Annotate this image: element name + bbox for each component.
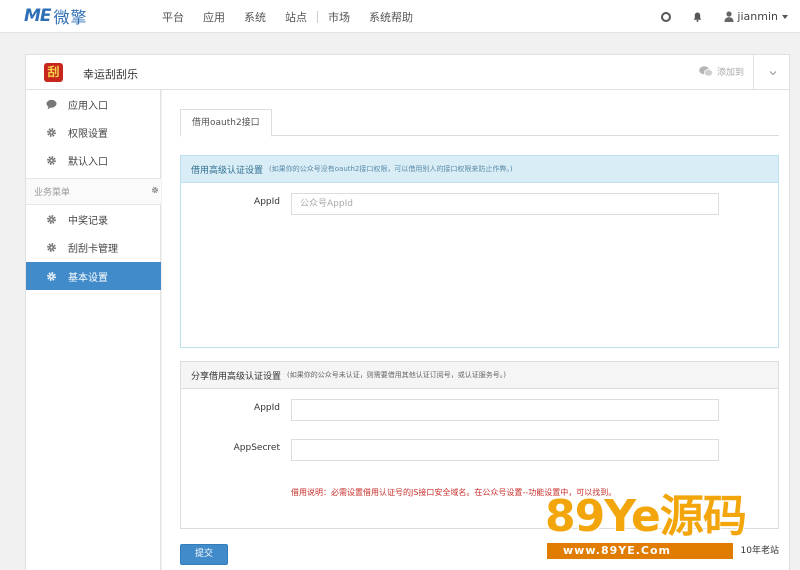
panel-title: 借用高级认证设置 xyxy=(191,165,264,176)
appid-input[interactable] xyxy=(291,193,719,215)
sidebar-item-label: 默认入口 xyxy=(68,156,108,168)
sidebar-section-business: 业务菜单 xyxy=(26,178,161,205)
sidebar-section-title: 业务菜单 xyxy=(34,188,71,198)
sidebar-item-label: 权限设置 xyxy=(68,128,108,140)
user-icon xyxy=(724,11,734,22)
user-menu[interactable]: jianmin xyxy=(737,10,778,23)
submit-button[interactable]: 提交 xyxy=(180,544,228,565)
sidebar-item-app-entry[interactable]: 应用入口 xyxy=(26,90,161,118)
panel-hint: (如果你的公众号未认证，则需要借用其他认证订阅号，或认证服务号。) xyxy=(287,371,506,379)
tab-bar: 借用oauth2接口 xyxy=(180,109,779,137)
top-navbar: ME 微擎 平台 应用 系统 站点 市场 系统帮助 jianmin xyxy=(0,0,800,33)
sidebar-item-default-entry[interactable]: 默认入口 xyxy=(26,146,161,174)
logo-text: 微擎 xyxy=(53,8,88,27)
gear-icon xyxy=(47,271,56,281)
sidebar-item-permissions[interactable]: 权限设置 xyxy=(26,118,161,146)
main-nav: 平台 应用 系统 站点 市场 系统帮助 xyxy=(162,0,432,33)
share-secret-label: AppSecret xyxy=(233,443,280,453)
top-right-tools: jianmin xyxy=(661,0,788,33)
sidebar: 应用入口 权限设置 默认入口 业务菜单 中奖记录 刮刮卡管理 基本设置 xyxy=(25,90,161,570)
gear-icon[interactable] xyxy=(151,186,159,194)
sidebar-item-label: 刮刮卡管理 xyxy=(68,243,118,255)
speech-bubble-icon xyxy=(46,99,57,109)
sidebar-item-basic-settings[interactable]: 基本设置 xyxy=(26,262,161,290)
nav-help[interactable]: 系统帮助 xyxy=(369,9,413,25)
panel-header: 分享借用高级认证设置 (如果你的公众号未认证，则需要借用其他认证订阅号，或认证服… xyxy=(181,362,778,389)
app-logo-icon: 刮 xyxy=(44,63,63,82)
gear-icon xyxy=(47,127,56,137)
panel-header: 借用高级认证设置 (如果你的公众号没有oauth2接口权限，可以借用别人的接口权… xyxy=(181,156,778,183)
share-appid-input[interactable] xyxy=(291,399,719,421)
nav-market[interactable]: 市场 xyxy=(328,9,350,25)
gear-icon xyxy=(47,242,56,252)
share-appid-row: AppId xyxy=(181,399,778,421)
appid-row: AppId xyxy=(181,193,778,215)
sidebar-item-card-management[interactable]: 刮刮卡管理 xyxy=(26,233,161,261)
sidebar-item-label: 中奖记录 xyxy=(68,215,108,227)
share-appid-label: AppId xyxy=(254,403,280,413)
nav-platform[interactable]: 平台 xyxy=(162,9,184,25)
watermark-url: www.89YE.Com xyxy=(563,544,672,557)
watermark-bar: www.89YE.Com 10年老站 xyxy=(547,543,787,559)
chevron-down-icon[interactable] xyxy=(782,14,788,19)
tab-oauth2[interactable]: 借用oauth2接口 xyxy=(180,109,272,137)
appid-label: AppId xyxy=(254,197,280,207)
clock-icon[interactable] xyxy=(661,11,672,22)
sidebar-item-label: 应用入口 xyxy=(68,100,108,112)
chevron-down-icon[interactable] xyxy=(769,69,777,77)
app-header: 刮 幸运刮刮乐 添加到 xyxy=(25,54,790,90)
watermark-logo: 89Ye源码 xyxy=(545,491,747,542)
watermark: 89Ye源码 www.89YE.Com 10年老站 xyxy=(545,493,795,565)
gear-icon xyxy=(47,214,56,224)
sidebar-item-winning-records[interactable]: 中奖记录 xyxy=(26,205,161,233)
logo-mark: ME xyxy=(24,6,52,26)
app-title: 幸运刮刮乐 xyxy=(83,68,138,81)
header-divider xyxy=(753,55,754,89)
panel-borrow-auth: 借用高级认证设置 (如果你的公众号没有oauth2接口权限，可以借用别人的接口权… xyxy=(180,155,779,348)
nav-sites[interactable]: 站点 xyxy=(285,9,307,25)
share-secret-input[interactable] xyxy=(291,439,719,461)
nav-divider xyxy=(317,10,318,23)
gear-icon xyxy=(47,155,56,165)
wechat-button[interactable]: 添加到 xyxy=(699,65,744,78)
watermark-tag: 10年老站 xyxy=(732,543,787,559)
wechat-label: 添加到 xyxy=(716,68,744,78)
sidebar-item-label: 基本设置 xyxy=(68,272,108,284)
panel-hint: (如果你的公众号没有oauth2接口权限，可以借用别人的接口权限来防止作弊。) xyxy=(269,165,513,173)
logo[interactable]: ME 微擎 xyxy=(24,5,88,27)
wechat-icon xyxy=(699,66,713,77)
share-secret-row: AppSecret xyxy=(181,439,778,461)
nav-apps[interactable]: 应用 xyxy=(203,9,225,25)
nav-system[interactable]: 系统 xyxy=(244,9,266,25)
bell-icon[interactable] xyxy=(693,12,702,22)
panel-title: 分享借用高级认证设置 xyxy=(191,371,282,382)
